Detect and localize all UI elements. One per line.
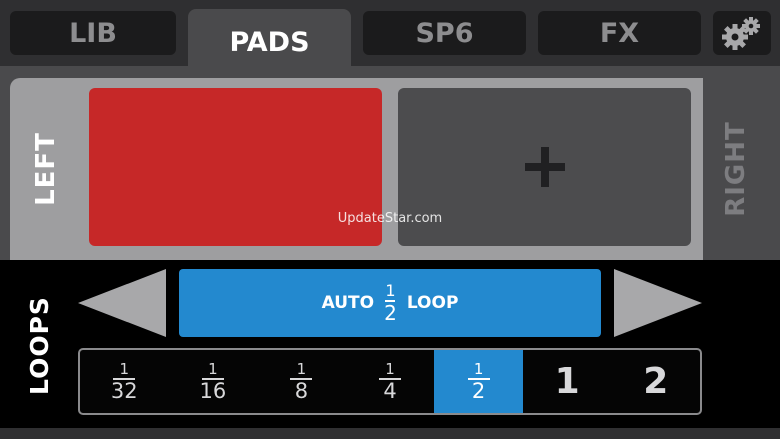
fraction-num: 1 bbox=[296, 359, 307, 378]
loop-size-1-4[interactable]: 1 4 bbox=[346, 350, 435, 413]
auto-loop-button[interactable]: AUTO 1 2 LOOP bbox=[179, 269, 601, 337]
loop-size-1[interactable]: 1 bbox=[523, 350, 612, 413]
settings-button[interactable] bbox=[713, 11, 771, 55]
loop-size-1-32[interactable]: 1 32 bbox=[80, 350, 169, 413]
auto-loop-prefix: AUTO bbox=[321, 293, 375, 313]
loop-size-1-8[interactable]: 1 8 bbox=[257, 350, 346, 413]
loop-size-fraction: 1 8 bbox=[290, 359, 313, 403]
loop-size-selector: 1 32 1 16 1 8 1 4 1 2 1 2 bbox=[78, 348, 702, 415]
auto-loop-fraction-den: 2 bbox=[384, 301, 397, 325]
tab-lib[interactable]: LIB bbox=[10, 11, 176, 55]
fraction-num: 1 bbox=[385, 359, 395, 378]
deck-left-tab[interactable]: LEFT bbox=[10, 78, 82, 268]
loop-size-whole: 1 bbox=[554, 361, 580, 402]
loop-size-1-2[interactable]: 1 2 bbox=[434, 350, 523, 413]
fraction-num: 1 bbox=[473, 359, 484, 378]
loop-size-1-16[interactable]: 1 16 bbox=[169, 350, 258, 413]
fraction-den: 8 bbox=[294, 378, 309, 403]
auto-loop-fraction: 1 2 bbox=[384, 281, 397, 325]
loop-size-2[interactable]: 2 bbox=[611, 350, 700, 413]
fraction-den: 16 bbox=[199, 378, 227, 403]
fraction-den: 32 bbox=[110, 378, 138, 403]
fraction-den: 2 bbox=[471, 378, 486, 403]
fraction-num: 1 bbox=[119, 359, 130, 378]
bottom-strip bbox=[0, 428, 780, 439]
tab-fx[interactable]: FX bbox=[538, 11, 701, 55]
left-label: LEFT bbox=[31, 132, 62, 206]
auto-loop-suffix: LOOP bbox=[406, 293, 459, 313]
deck-right-tab[interactable]: RIGHT bbox=[703, 78, 769, 260]
previous-arrow-button[interactable] bbox=[78, 269, 168, 337]
loops-label: LOOPS bbox=[0, 270, 78, 420]
loop-size-fraction: 1 4 bbox=[379, 359, 402, 403]
loops-label-text: LOOPS bbox=[24, 295, 54, 395]
fraction-den: 4 bbox=[383, 378, 397, 403]
next-arrow-button[interactable] bbox=[612, 269, 702, 337]
loop-size-fraction: 1 32 bbox=[110, 359, 138, 403]
tab-sp6[interactable]: SP6 bbox=[363, 11, 526, 55]
plus-icon bbox=[524, 147, 565, 187]
auto-loop-fraction-num: 1 bbox=[385, 281, 396, 300]
fraction-num: 1 bbox=[208, 359, 218, 378]
loop-size-whole: 2 bbox=[643, 361, 669, 402]
right-label: RIGHT bbox=[721, 121, 751, 217]
gears-icon bbox=[722, 17, 760, 50]
loop-size-fraction: 1 2 bbox=[467, 359, 490, 403]
watermark: UpdateStar.com bbox=[337, 211, 443, 226]
loop-size-fraction: 1 16 bbox=[199, 359, 227, 403]
